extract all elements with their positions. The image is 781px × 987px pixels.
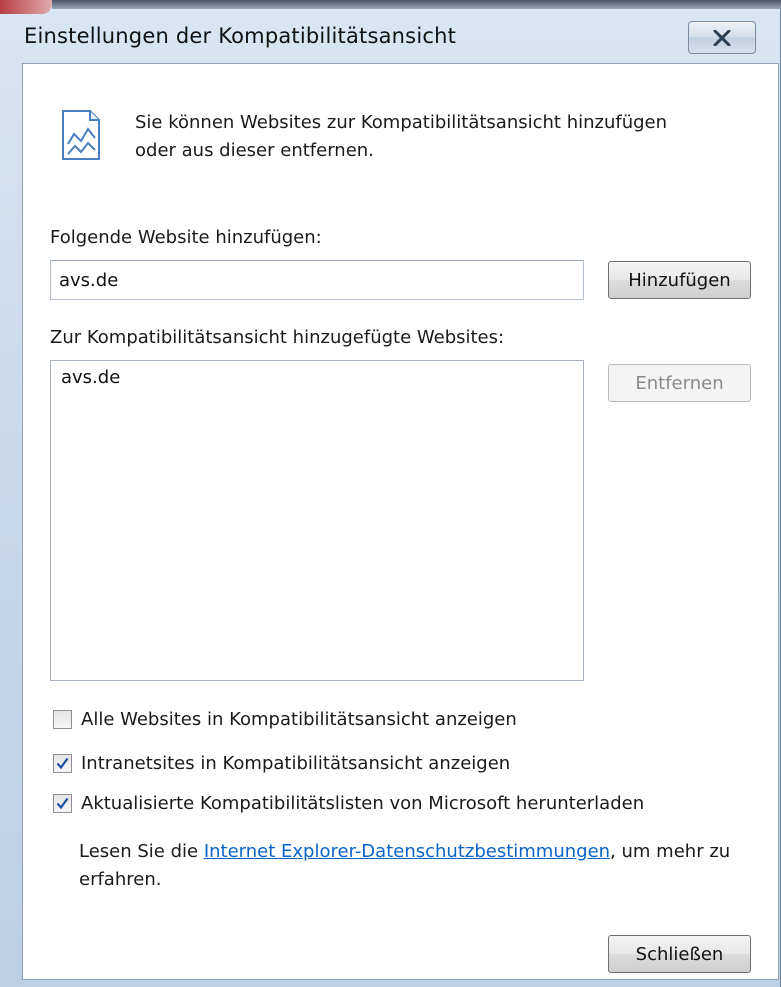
checkmark-icon bbox=[56, 757, 69, 770]
remove-button[interactable]: Entfernen bbox=[608, 364, 751, 402]
info-text-line-2: oder aus dieser entfernen. bbox=[135, 140, 374, 161]
webpage-compatibility-icon bbox=[62, 110, 100, 160]
privacy-suffix: , um mehr zu bbox=[610, 841, 731, 862]
add-website-input[interactable] bbox=[50, 260, 584, 300]
all-websites-checkbox[interactable] bbox=[53, 710, 72, 729]
privacy-notice-line-1: Lesen Sie die Internet Explorer-Datensch… bbox=[79, 838, 779, 866]
added-websites-label: Zur Kompatibilitätsansicht hinzugefügte … bbox=[50, 327, 505, 348]
info-text: Sie können Websites zur Kompatibilitätsa… bbox=[135, 109, 735, 165]
info-text-line-1: Sie können Websites zur Kompatibilitätsa… bbox=[135, 112, 668, 133]
privacy-notice: Lesen Sie die Internet Explorer-Datensch… bbox=[79, 838, 779, 894]
privacy-notice-line-2: erfahren. bbox=[79, 869, 162, 890]
title-bar[interactable]: Einstellungen der Kompatibilitätsansicht bbox=[0, 8, 781, 60]
all-websites-label: Alle Websites in Kompatibilitätsansicht … bbox=[81, 709, 517, 730]
checkmark-icon bbox=[56, 797, 69, 810]
download-lists-checkbox[interactable] bbox=[53, 794, 72, 813]
added-websites-list[interactable]: avs.de bbox=[50, 360, 584, 681]
dialog-content: Sie können Websites zur Kompatibilitätsa… bbox=[22, 63, 779, 980]
dialog-window: Einstellungen der Kompatibilitätsansicht… bbox=[0, 0, 781, 987]
privacy-policy-link[interactable]: Internet Explorer-Datenschutzbestimmunge… bbox=[204, 841, 610, 862]
intranet-sites-checkbox[interactable] bbox=[53, 754, 72, 773]
add-button[interactable]: Hinzufügen bbox=[608, 261, 751, 299]
close-window-button[interactable] bbox=[688, 21, 756, 54]
window-title: Einstellungen der Kompatibilitätsansicht bbox=[24, 24, 457, 48]
option-download-lists[interactable]: Aktualisierte Kompatibilitätslisten von … bbox=[53, 793, 644, 814]
list-item[interactable]: avs.de bbox=[61, 367, 120, 388]
close-button[interactable]: Schließen bbox=[608, 935, 751, 973]
option-intranet-sites[interactable]: Intranetsites in Kompatibilitätsansicht … bbox=[53, 753, 510, 774]
close-icon bbox=[713, 29, 731, 46]
intranet-sites-label: Intranetsites in Kompatibilitätsansicht … bbox=[81, 753, 511, 774]
privacy-prefix: Lesen Sie die bbox=[79, 841, 204, 862]
download-lists-label: Aktualisierte Kompatibilitätslisten von … bbox=[81, 793, 645, 814]
option-all-websites[interactable]: Alle Websites in Kompatibilitätsansicht … bbox=[53, 709, 517, 730]
add-website-label: Folgende Website hinzufügen: bbox=[50, 227, 322, 248]
